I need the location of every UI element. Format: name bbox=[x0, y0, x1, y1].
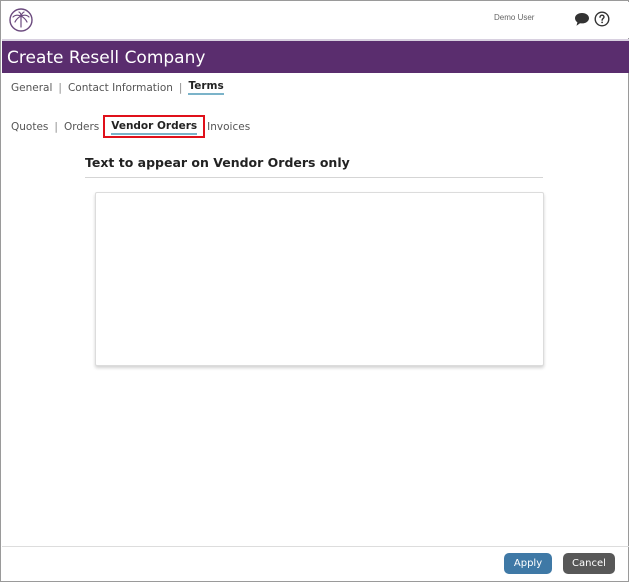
section-title: Text to appear on Vendor Orders only bbox=[85, 155, 350, 170]
tab-separator: | bbox=[54, 120, 58, 133]
top-bar: Demo User bbox=[2, 2, 629, 38]
tab-separator: | bbox=[58, 81, 62, 94]
tab-quotes[interactable]: Quotes bbox=[11, 121, 48, 133]
cancel-button[interactable]: Cancel bbox=[563, 553, 615, 574]
vendor-orders-text-input[interactable] bbox=[95, 192, 544, 366]
chat-bubble-icon[interactable] bbox=[574, 12, 590, 27]
app-window: Demo User Create Resell Company General … bbox=[0, 0, 629, 582]
secondary-tabs: Quotes | Orders Vendor Orders Invoices bbox=[11, 115, 250, 138]
footer-divider bbox=[2, 546, 629, 547]
user-name[interactable]: Demo User bbox=[494, 13, 534, 22]
primary-tabs: General | Contact Information | Terms bbox=[11, 80, 224, 95]
help-circle-icon[interactable] bbox=[594, 11, 610, 27]
tab-invoices[interactable]: Invoices bbox=[207, 121, 250, 133]
page-header: Create Resell Company bbox=[2, 39, 629, 73]
tab-contact-information[interactable]: Contact Information bbox=[68, 82, 173, 94]
tab-general[interactable]: General bbox=[11, 82, 52, 94]
section-divider bbox=[85, 177, 543, 178]
tab-vendor-orders[interactable]: Vendor Orders bbox=[111, 120, 198, 135]
tab-separator: | bbox=[178, 81, 183, 94]
highlight-box: Vendor Orders bbox=[103, 115, 206, 138]
palm-tree-logo-icon[interactable] bbox=[9, 8, 33, 32]
apply-button[interactable]: Apply bbox=[504, 553, 552, 574]
tab-terms[interactable]: Terms bbox=[188, 80, 224, 95]
page-title: Create Resell Company bbox=[7, 48, 206, 68]
tab-orders[interactable]: Orders bbox=[64, 121, 99, 133]
